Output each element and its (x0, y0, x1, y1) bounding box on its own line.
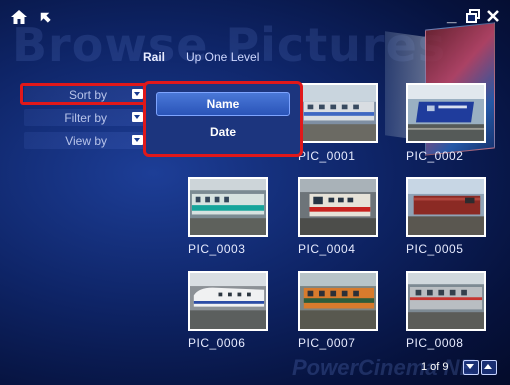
photo-thumbnail[interactable] (406, 271, 486, 331)
photo-thumbnail[interactable] (298, 177, 378, 237)
photo-caption: PIC_0008 (406, 336, 464, 350)
chevron-up-icon (484, 364, 492, 369)
photo-caption: PIC_0003 (188, 242, 246, 256)
page-down-button[interactable] (463, 360, 479, 375)
photo-thumbnail[interactable] (298, 83, 378, 143)
photo-thumbnail[interactable] (406, 177, 486, 237)
chevron-down-icon (466, 364, 474, 369)
photo-caption: PIC_0002 (406, 149, 464, 163)
breadcrumb-current: Rail (143, 50, 166, 64)
sort-option-date[interactable]: Date (156, 121, 290, 143)
home-icon[interactable] (10, 8, 28, 26)
photo-thumbnail[interactable] (298, 271, 378, 331)
minimize-icon[interactable]: _ (447, 7, 456, 25)
back-icon[interactable] (36, 8, 54, 26)
page-up-button[interactable] (481, 360, 497, 375)
view-by-button[interactable]: View by (24, 132, 147, 149)
photo-thumbnail[interactable] (188, 177, 268, 237)
photo-caption: PIC_0001 (298, 149, 356, 163)
chevron-down-icon (132, 112, 143, 122)
sort-by-highlight (20, 83, 150, 105)
restore-icon[interactable] (466, 9, 480, 23)
sort-option-name[interactable]: Name (156, 92, 290, 116)
photo-caption: PIC_0007 (298, 336, 356, 350)
filter-by-label: Filter by (64, 111, 107, 125)
up-one-level-link[interactable]: Up One Level (186, 50, 259, 64)
view-by-label: View by (65, 134, 107, 148)
sort-dropdown-menu: Name Date (143, 81, 303, 157)
filter-by-button[interactable]: Filter by (24, 109, 147, 126)
photo-thumbnail[interactable] (188, 271, 268, 331)
photo-thumbnail[interactable] (406, 83, 486, 143)
close-icon[interactable] (486, 9, 500, 23)
page-indicator: 1 of 9 (421, 361, 449, 373)
chevron-down-icon (132, 135, 143, 145)
photo-caption: PIC_0006 (188, 336, 246, 350)
photo-caption: PIC_0005 (406, 242, 464, 256)
photo-caption: PIC_0004 (298, 242, 356, 256)
